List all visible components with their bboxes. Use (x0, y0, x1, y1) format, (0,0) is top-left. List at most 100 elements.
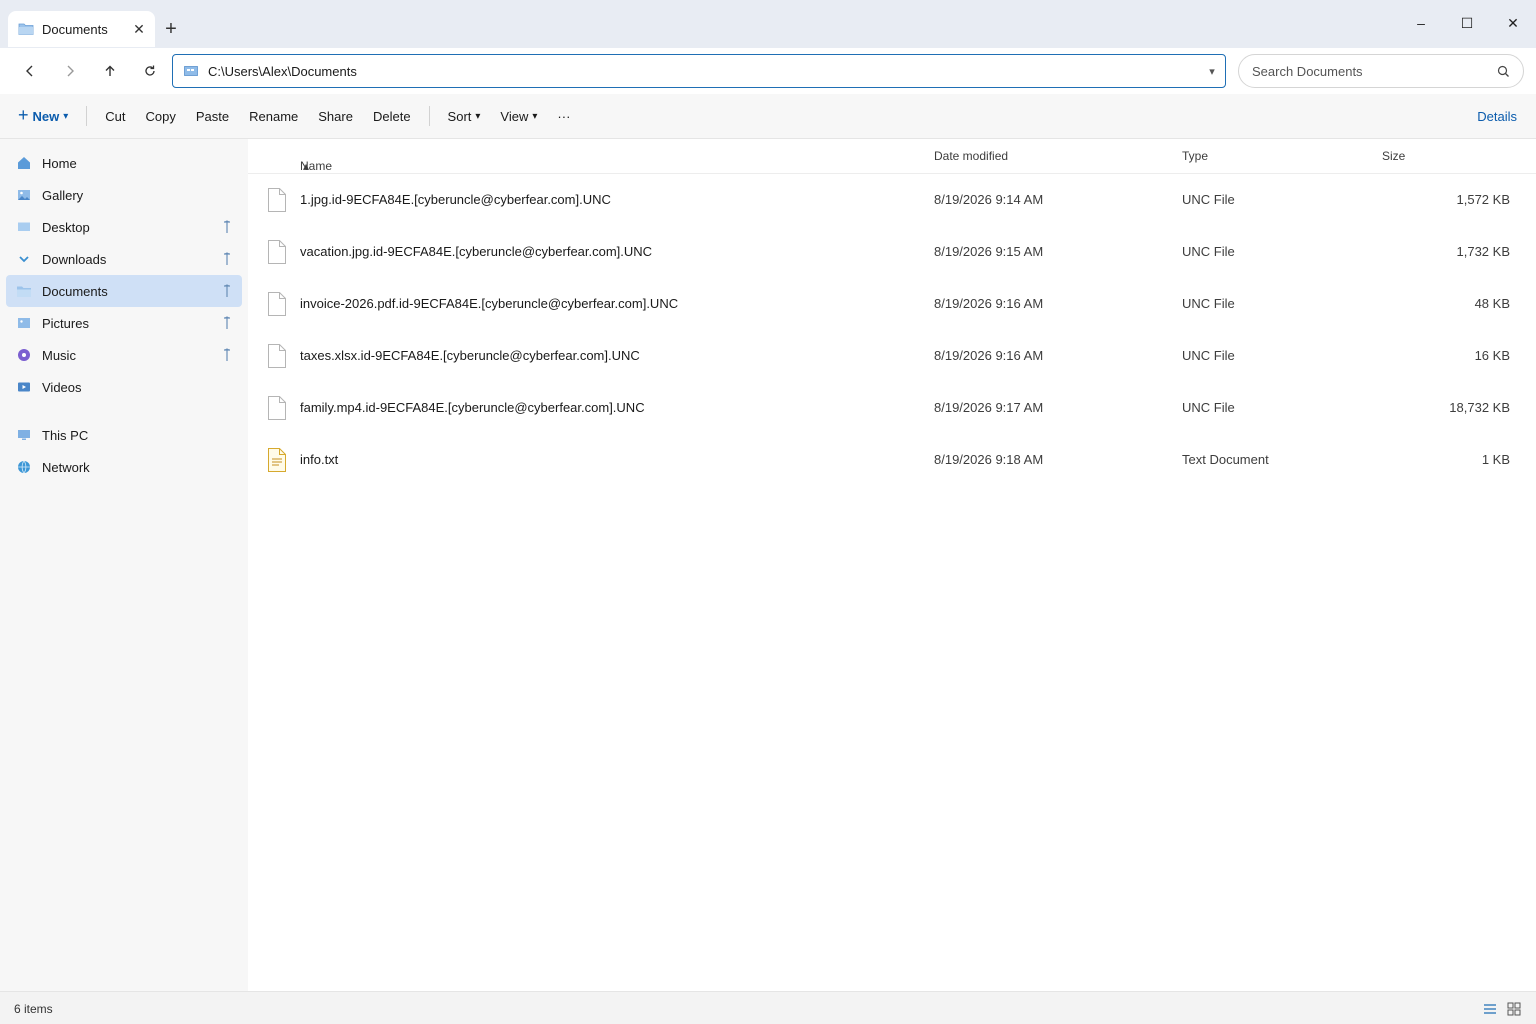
sidebar-item-label: This PC (42, 427, 89, 443)
file-date: 8/19/2026 9:14 AM (934, 192, 1044, 207)
sidebar-item-desktop[interactable]: Desktop (6, 211, 242, 243)
up-button[interactable] (94, 56, 126, 86)
copy-button[interactable]: Copy (136, 101, 186, 131)
pictures-icon (16, 315, 32, 331)
chevron-down-icon: ▾ (63, 110, 69, 122)
chevron-down-icon[interactable]: ▾ (1199, 65, 1225, 78)
address-path[interactable]: C:\Users\Alex\Documents (208, 64, 1199, 79)
videos-icon (16, 379, 32, 395)
music-icon (16, 347, 32, 363)
delete-button[interactable]: Delete (363, 101, 421, 131)
close-window-button[interactable]: ✕ (1490, 0, 1536, 46)
file-size: 18,732 KB (1449, 400, 1510, 415)
file-list: Name ▴ Date modified Type Size 1.jpg.id-9… (248, 139, 1536, 991)
file-name: info.txt (300, 452, 339, 467)
search-box[interactable] (1238, 54, 1524, 88)
chevron-down-icon: ▾ (475, 110, 481, 122)
toolbar-divider (86, 106, 88, 126)
file-name: taxes.xlsx.id-9ECFA84E.[cyberuncle@cyber… (300, 348, 640, 363)
file-icon (268, 188, 286, 212)
tab-close-icon[interactable]: ✕ (127, 17, 151, 41)
sidebar-item-videos[interactable]: Videos (6, 371, 242, 403)
text-document-icon (268, 448, 286, 472)
sidebar-item-documents[interactable]: Documents (6, 275, 242, 307)
paste-button[interactable]: Paste (186, 101, 239, 131)
sidebar-item-label: Home (42, 155, 77, 171)
file-date: 8/19/2026 9:16 AM (934, 348, 1044, 363)
new-button[interactable]: + New ▾ (10, 101, 78, 131)
title-bar: Documents ✕ + – ☐ ✕ (0, 0, 1536, 48)
search-input[interactable] (1252, 63, 1497, 79)
table-row[interactable]: vacation.jpg.id-9ECFA84E.[cyberuncle@cyb… (248, 226, 1536, 278)
arrow-left-icon (26, 65, 33, 77)
view-button[interactable]: View ▾ (490, 101, 547, 131)
column-header-type[interactable]: Type (1182, 149, 1208, 163)
column-header-date[interactable]: Date modified (934, 149, 1008, 163)
sidebar-item-pictures[interactable]: Pictures (6, 307, 242, 339)
forward-button[interactable] (54, 56, 86, 86)
refresh-icon (145, 65, 155, 76)
new-tab-button[interactable]: + (158, 16, 184, 42)
cut-button[interactable]: Cut (95, 101, 135, 131)
details-view-button[interactable] (1481, 1001, 1499, 1017)
item-count: 6 items (14, 1002, 53, 1016)
address-row: C:\Users\Alex\Documents ▾ (0, 48, 1536, 94)
status-bar: 6 items (0, 991, 1536, 1024)
sidebar-item-label: Documents (42, 283, 108, 299)
rename-button[interactable]: Rename (239, 101, 308, 131)
desktop-icon (16, 219, 32, 235)
minimize-button[interactable]: – (1398, 0, 1444, 46)
tab-documents[interactable]: Documents ✕ (8, 11, 155, 47)
more-options-button[interactable]: ··· (547, 101, 580, 131)
file-type: UNC File (1182, 348, 1235, 363)
refresh-button[interactable] (134, 56, 166, 86)
file-icon (268, 292, 286, 316)
folder-icon (18, 21, 34, 37)
file-date: 8/19/2026 9:17 AM (934, 400, 1044, 415)
maximize-button[interactable]: ☐ (1444, 0, 1490, 46)
pin-icon[interactable] (220, 283, 234, 299)
sidebar-item-label: Network (42, 459, 90, 475)
sort-button[interactable]: Sort ▾ (438, 101, 491, 131)
sidebar-item-network[interactable]: Network (6, 451, 242, 483)
sidebar-item-label: Videos (42, 379, 82, 395)
plus-icon: + (18, 104, 29, 125)
file-date: 8/19/2026 9:15 AM (934, 244, 1044, 259)
chevron-down-icon: ▾ (532, 110, 538, 122)
file-name: family.mp4.id-9ECFA84E.[cyberuncle@cyber… (300, 400, 645, 415)
file-icon (268, 344, 286, 368)
sidebar-item-downloads[interactable]: Downloads (6, 243, 242, 275)
sidebar-item-label: Music (42, 347, 76, 363)
pin-icon[interactable] (220, 219, 234, 235)
address-bar[interactable]: C:\Users\Alex\Documents ▾ (172, 54, 1226, 88)
arrow-right-icon (67, 65, 74, 77)
details-button[interactable]: Details (1477, 101, 1517, 131)
table-row[interactable]: taxes.xlsx.id-9ECFA84E.[cyberuncle@cyber… (248, 330, 1536, 382)
pin-icon[interactable] (220, 347, 234, 363)
back-button[interactable] (14, 56, 46, 86)
sidebar-item-home[interactable]: Home (6, 147, 242, 179)
table-row[interactable]: info.txt 8/19/2026 9:18 AM Text Document… (248, 434, 1536, 486)
tiles-view-button[interactable] (1505, 1001, 1523, 1017)
download-icon (16, 251, 32, 267)
table-row[interactable]: 1.jpg.id-9ECFA84E.[cyberuncle@cyberfear.… (248, 174, 1536, 226)
pin-icon[interactable] (220, 315, 234, 331)
file-size: 1,572 KB (1456, 192, 1511, 207)
pin-icon[interactable] (220, 251, 234, 267)
share-button[interactable]: Share (308, 101, 363, 131)
gallery-icon (16, 187, 32, 203)
table-row[interactable]: invoice-2026.pdf.id-9ECFA84E.[cyberuncle… (248, 278, 1536, 330)
location-icon (184, 63, 200, 79)
file-icon (268, 240, 286, 264)
file-size: 16 KB (1474, 348, 1510, 363)
file-size: 48 KB (1474, 296, 1510, 311)
sidebar-item-gallery[interactable]: Gallery (6, 179, 242, 211)
list-view-icon (1484, 1004, 1496, 1014)
search-icon[interactable] (1497, 64, 1511, 78)
home-icon (16, 155, 32, 171)
arrow-up-icon (105, 65, 115, 76)
sidebar-item-this-pc[interactable]: This PC (6, 419, 242, 451)
table-row[interactable]: family.mp4.id-9ECFA84E.[cyberuncle@cyber… (248, 382, 1536, 434)
column-header-size[interactable]: Size (1382, 149, 1405, 163)
sidebar-item-music[interactable]: Music (6, 339, 242, 371)
